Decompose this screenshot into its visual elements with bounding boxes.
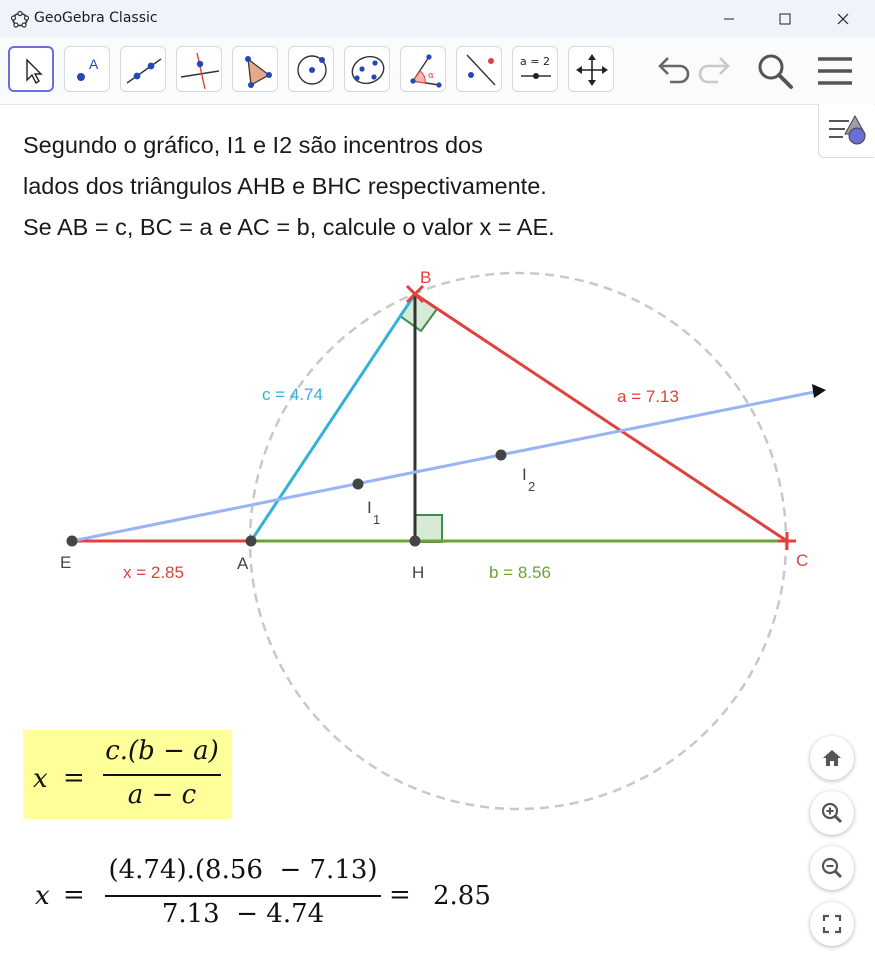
home-icon xyxy=(823,750,841,766)
fullscreen-button[interactable] xyxy=(810,902,854,946)
window-title: GeoGebra Classic xyxy=(34,10,158,26)
maximize-button[interactable] xyxy=(756,0,814,38)
move-graphics-view-tool-button[interactable] xyxy=(568,46,614,92)
label-i2: I xyxy=(522,465,527,484)
calc-numerator: (4.74).(8.56 − 7.13) xyxy=(108,855,378,885)
ellipse-icon xyxy=(351,55,385,85)
formula-box: x = c.(b − a) a − c xyxy=(23,730,232,819)
svg-text:α: α xyxy=(428,71,434,81)
right-angle-marker-h xyxy=(414,514,443,543)
calc-equals: = xyxy=(63,880,85,910)
perpendicular-line-icon xyxy=(180,52,220,90)
slider-tool-button[interactable]: a = 2 xyxy=(512,46,558,92)
label-c: C xyxy=(796,551,808,570)
zoom-in-icon xyxy=(821,802,843,824)
calc-result: 2.85 xyxy=(433,881,491,911)
problem-statement: Segundo o gráfico, I1 e I2 são incentros… xyxy=(23,125,555,248)
point-e[interactable] xyxy=(66,535,78,547)
label-h: H xyxy=(412,563,424,582)
move-tool-button[interactable] xyxy=(8,46,54,92)
point-tool-button[interactable]: A xyxy=(64,46,110,92)
label-x-length: x = 2.85 xyxy=(123,563,184,582)
toolbar: A α a = 2 xyxy=(0,38,875,105)
maximize-icon xyxy=(779,13,791,25)
close-icon xyxy=(837,13,849,25)
circumcircle xyxy=(248,271,788,811)
zoom-out-icon xyxy=(821,857,843,879)
reflect-tool-button[interactable] xyxy=(456,46,502,92)
angle-icon: α xyxy=(410,54,442,88)
problem-line-2: lados dos triângulos AHB e BHC respectiv… xyxy=(23,173,547,199)
point-b-cross-icon[interactable] xyxy=(405,284,425,304)
segment-ab xyxy=(249,293,417,542)
home-button[interactable] xyxy=(810,736,854,780)
calc-x: x xyxy=(35,881,50,911)
point-c-plus-icon[interactable] xyxy=(778,532,796,550)
label-c-length: c = 4.74 xyxy=(262,385,323,404)
label-a: A xyxy=(237,554,249,573)
calc-fraction-bar xyxy=(105,895,381,897)
point-icon: A xyxy=(77,56,99,81)
label-b: B xyxy=(420,268,431,287)
formula-denominator: a − c xyxy=(127,780,197,810)
label-a-length: a = 7.13 xyxy=(617,387,679,406)
title-bar: GeoGebra Classic xyxy=(0,0,875,38)
right-angle-marker-b xyxy=(398,292,439,333)
move-arrows-icon xyxy=(576,54,608,86)
polygon-tool-button[interactable] xyxy=(232,46,278,92)
geogebra-logo-icon xyxy=(10,10,30,28)
line-icon xyxy=(126,58,162,84)
calc-denominator: 7.13 − 4.74 xyxy=(161,899,325,929)
problem-line-1: Segundo o gráfico, I1 e I2 são incentros… xyxy=(23,132,483,158)
conic-tool-button[interactable] xyxy=(344,46,390,92)
search-icon[interactable] xyxy=(756,52,796,92)
line-tool-button[interactable] xyxy=(120,46,166,92)
point-i2[interactable] xyxy=(495,449,507,461)
redo-icon[interactable] xyxy=(698,54,736,88)
label-e: E xyxy=(60,553,71,572)
segment-bc xyxy=(414,292,788,543)
reflect-icon xyxy=(466,54,496,86)
circle-center-icon xyxy=(297,55,327,85)
menu-icon[interactable] xyxy=(816,56,854,86)
formula-fraction-bar xyxy=(103,774,221,776)
style-bar-toggle-button[interactable] xyxy=(818,104,874,158)
label-b-length: b = 8.56 xyxy=(489,563,551,582)
minimize-button[interactable] xyxy=(700,0,758,38)
angle-tool-button[interactable]: α xyxy=(400,46,446,92)
minimize-icon xyxy=(724,18,734,20)
point-i1[interactable] xyxy=(352,478,364,490)
arrow-pointer-icon xyxy=(26,58,43,85)
perpendicular-line-tool-button[interactable] xyxy=(176,46,222,92)
label-i1-sub: 1 xyxy=(373,512,380,527)
polygon-icon xyxy=(245,56,272,88)
point-a[interactable] xyxy=(245,535,257,547)
point-h[interactable] xyxy=(409,535,421,547)
ray-arrowhead xyxy=(812,384,826,398)
slider-icon xyxy=(521,73,551,79)
label-i1: I xyxy=(367,498,372,517)
formula-x: x xyxy=(33,764,48,794)
style-bar-icon xyxy=(829,114,866,145)
calc-equals-2: = xyxy=(389,880,411,910)
formula-numerator: c.(b − a) xyxy=(105,736,219,766)
ray-e-i1-i2 xyxy=(71,390,815,543)
calculation: x = (4.74).(8.56 − 7.13) 7.13 − 4.74 = 2… xyxy=(35,855,515,935)
problem-line-3: Se AB = c, BC = a e AC = b, calcule o va… xyxy=(23,214,555,240)
circle-tool-button[interactable] xyxy=(288,46,334,92)
zoom-out-button[interactable] xyxy=(810,846,854,890)
formula-equals: = xyxy=(63,763,85,793)
label-i2-sub: 2 xyxy=(528,479,535,494)
close-button[interactable] xyxy=(814,0,872,38)
fullscreen-icon xyxy=(822,914,842,934)
zoom-in-button[interactable] xyxy=(810,791,854,835)
svg-text:A: A xyxy=(89,56,99,72)
undo-icon[interactable] xyxy=(652,54,690,88)
